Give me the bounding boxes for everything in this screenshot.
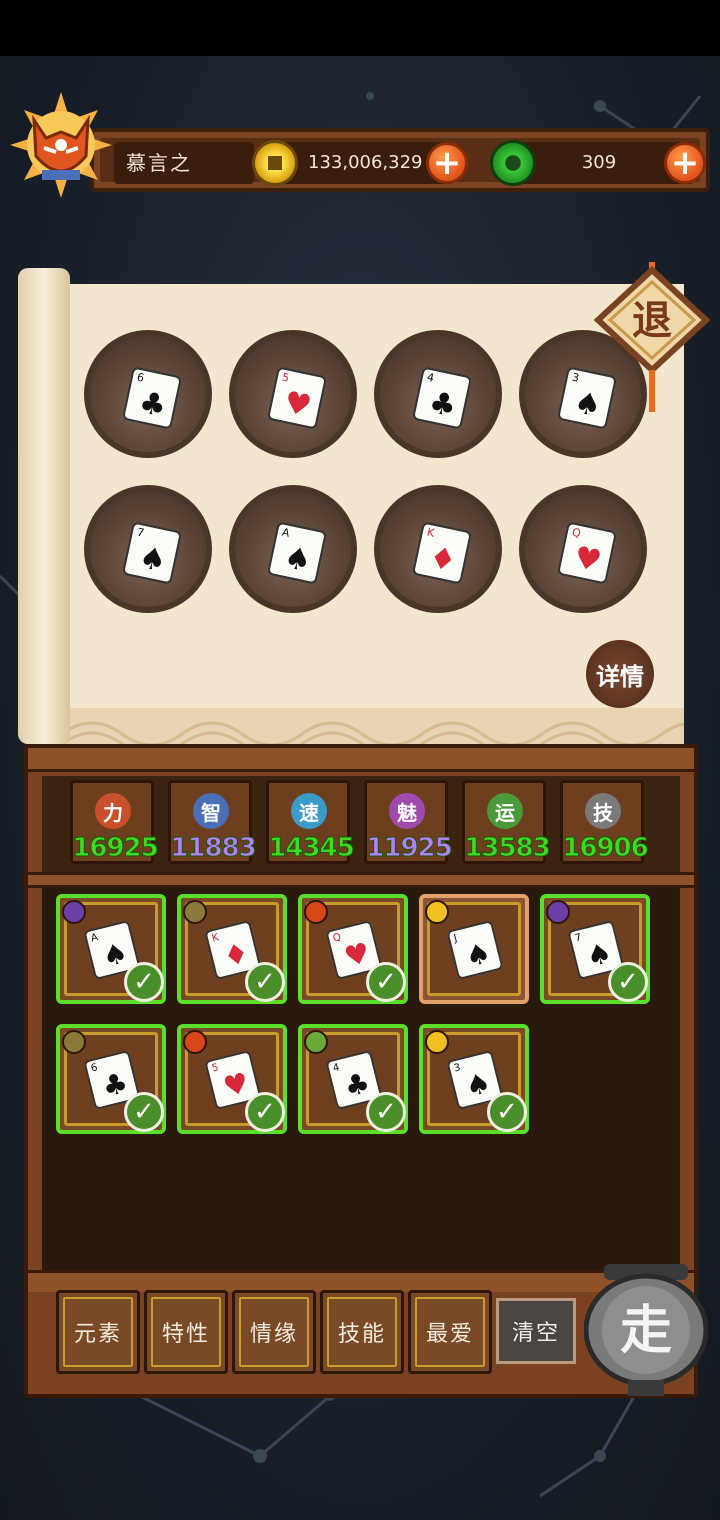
- card-tile[interactable]: 6 ♣ ✓: [56, 1024, 166, 1134]
- check-icon: ✓: [124, 962, 164, 1002]
- tab-label: 情缘: [249, 1322, 298, 1347]
- tab-button[interactable]: 最爱: [408, 1290, 492, 1374]
- slot-card: K♦: [413, 522, 471, 584]
- card-slot[interactable]: 5 ♥: [229, 330, 357, 458]
- tab-label: 元素: [73, 1322, 122, 1347]
- leaf-element-icon: [304, 1030, 328, 1054]
- earth-element-icon: [62, 1030, 86, 1054]
- check-icon: ✓: [245, 1092, 285, 1132]
- card-tile[interactable]: 3 ♠ ✓: [419, 1024, 529, 1134]
- stat-value: 11925: [366, 833, 453, 864]
- slot-card: 6♣: [123, 367, 181, 429]
- card-tile[interactable]: 7 ♠ ✓: [540, 894, 650, 1004]
- tab-button[interactable]: 特性: [144, 1290, 228, 1374]
- resource-bar: 慕言之 133,006,329 + 309 +: [90, 128, 710, 192]
- go-button[interactable]: 走: [583, 1264, 709, 1396]
- tab-label: 特性: [161, 1322, 210, 1347]
- tab-label: 技能: [337, 1322, 386, 1347]
- jade-icon: [490, 140, 536, 186]
- stat-label: 技: [585, 793, 621, 829]
- card-slot[interactable]: A ♠: [229, 485, 357, 613]
- stat-label: 智: [193, 793, 229, 829]
- moon-element-icon: [62, 900, 86, 924]
- check-icon: ✓: [487, 1092, 527, 1132]
- sun-element-icon: [425, 900, 449, 924]
- check-icon: ✓: [366, 962, 406, 1002]
- moon-element-icon: [546, 900, 570, 924]
- add-jade-button[interactable]: +: [664, 142, 706, 184]
- slot-card: 5♥: [268, 367, 326, 429]
- player-name-pill[interactable]: 慕言之: [114, 142, 254, 184]
- card-tile[interactable]: Q ♥ ✓: [298, 894, 408, 1004]
- exit-button[interactable]: 退: [593, 262, 711, 412]
- stat-value: 16906: [562, 833, 649, 864]
- fox-mask-avatar[interactable]: [6, 90, 116, 200]
- card-tile[interactable]: J ♠: [419, 894, 529, 1004]
- scroll-wave-border: [61, 708, 720, 757]
- tab-button[interactable]: 元素: [56, 1290, 140, 1374]
- add-coins-button[interactable]: +: [426, 142, 468, 184]
- go-label: 走: [620, 1301, 672, 1361]
- coin-icon: [252, 140, 298, 186]
- stat-value: 14345: [268, 833, 355, 864]
- stat-box: 速 14345: [266, 780, 355, 864]
- card-tile[interactable]: K ♦ ✓: [177, 894, 287, 1004]
- player-name: 慕言之: [126, 151, 192, 175]
- slot-card: 7♠: [123, 522, 181, 584]
- card-slot[interactable]: 7 ♠: [84, 485, 212, 613]
- coin-amount: 133,006,329: [308, 152, 423, 173]
- slot-card: Q♥: [558, 522, 616, 584]
- fire-element-icon: [304, 900, 328, 924]
- card-slot[interactable]: 4 ♣: [374, 330, 502, 458]
- scroll-roll: [18, 268, 70, 744]
- card-tile[interactable]: 4 ♣ ✓: [298, 1024, 408, 1134]
- card-slot[interactable]: 6 ♣: [84, 330, 212, 458]
- clear-button[interactable]: 清空: [496, 1298, 576, 1364]
- stat-value: 16925: [72, 833, 159, 864]
- card-slot[interactable]: Q ♥: [519, 485, 647, 613]
- tab-button[interactable]: 技能: [320, 1290, 404, 1374]
- earth-element-icon: [183, 900, 207, 924]
- slot-card: 4♣: [413, 367, 471, 429]
- card-tile[interactable]: A ♠ ✓: [56, 894, 166, 1004]
- tab-button[interactable]: 情缘: [232, 1290, 316, 1374]
- coin-pill: 133,006,329 +: [252, 140, 468, 186]
- exit-label: 退: [632, 298, 672, 344]
- check-icon: ✓: [245, 962, 285, 1002]
- sun-element-icon: [425, 1030, 449, 1054]
- jade-amount: 309: [581, 152, 617, 173]
- stat-value: 13583: [464, 833, 551, 864]
- stat-box: 魅 11925: [364, 780, 453, 864]
- jade-pill: 309 +: [490, 140, 706, 186]
- stat-value: 11883: [170, 833, 257, 864]
- stat-box: 智 11883: [168, 780, 257, 864]
- stat-label: 速: [291, 793, 327, 829]
- stat-box: 技 16906: [560, 780, 649, 864]
- stat-label: 力: [95, 793, 131, 829]
- fire-element-icon: [183, 1030, 207, 1054]
- check-icon: ✓: [366, 1092, 406, 1132]
- check-icon: ✓: [124, 1092, 164, 1132]
- stat-box: 运 13583: [462, 780, 551, 864]
- status-bar: [0, 0, 720, 56]
- stat-box: 力 16925: [70, 780, 159, 864]
- card-slot[interactable]: K ♦: [374, 485, 502, 613]
- stat-label: 运: [487, 793, 523, 829]
- slot-card: A♠: [268, 522, 326, 584]
- detail-button[interactable]: 详情: [586, 640, 654, 708]
- tab-label: 最爱: [425, 1322, 474, 1347]
- card-tile[interactable]: 5 ♥ ✓: [177, 1024, 287, 1134]
- stat-label: 魅: [389, 793, 425, 829]
- check-icon: ✓: [608, 962, 648, 1002]
